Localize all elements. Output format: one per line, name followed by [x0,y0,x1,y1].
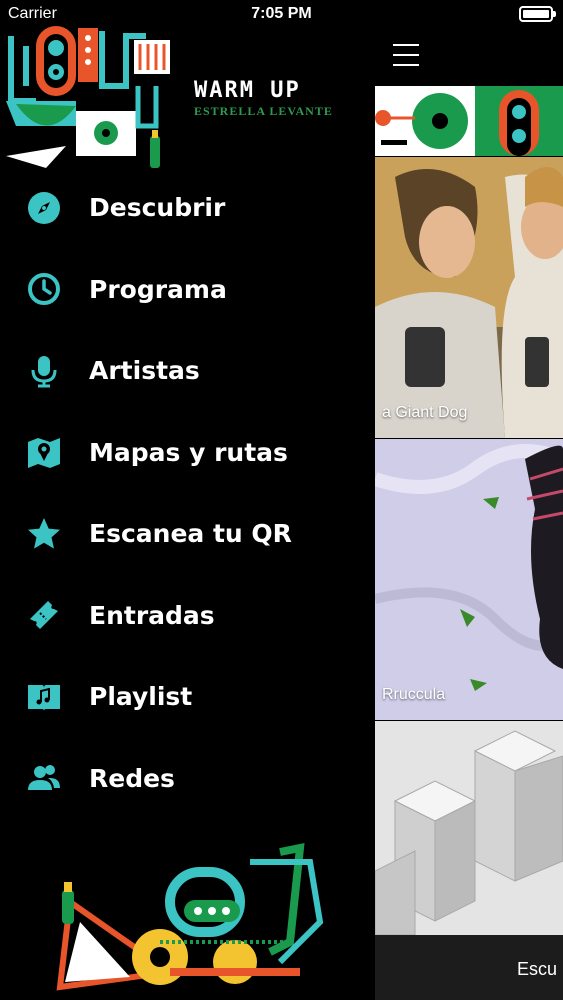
festival-footer-illustration [56,843,324,991]
people-icon [26,760,62,796]
hamburger-menu-icon[interactable] [393,44,419,68]
star-icon [26,516,62,552]
main-content: a Giant Dog Rruccula Escu [375,0,563,1000]
artist-photo [375,439,563,720]
menu-label: Artistas [89,356,200,386]
festival-logo-illustration [6,26,170,168]
brand-wordmark: WARM UP ESTRELLA LEVANTE [194,80,356,119]
wordmark-subtitle: ESTRELLA LEVANTE [194,104,333,118]
artist-card[interactable] [375,721,563,935]
microphone-icon [26,353,62,389]
drawer-menu: Descubrir Programa Artistas Mapas y ruta… [0,167,375,819]
status-bar: Carrier 7:05 PM [0,0,563,28]
navigation-drawer: WARM UP ESTRELLA LEVANTE Descubrir Progr… [0,0,375,1000]
compass-icon [26,190,62,226]
menu-item-escanea-qr[interactable]: Escanea tu QR [0,493,375,575]
artist-name: Rruccula [382,686,446,703]
bottom-action-bar[interactable]: Escu [375,935,563,1000]
menu-item-entradas[interactable]: Entradas [0,575,375,657]
artist-card[interactable]: Rruccula [375,439,563,720]
clock-label: 7:05 PM [251,5,312,22]
music-book-icon [26,679,62,715]
menu-item-programa[interactable]: Programa [0,249,375,331]
menu-label: Programa [89,274,227,304]
menu-label: Entradas [89,600,215,630]
bottom-bar-label: Escu [517,959,558,979]
artist-photo [375,157,563,438]
header-banner-illustration [375,86,563,156]
menu-label: Playlist [89,682,193,712]
wordmark-title: WARM UP [194,78,301,103]
menu-item-redes[interactable]: Redes [0,738,375,820]
menu-item-playlist[interactable]: Playlist [0,656,375,738]
artist-photo [375,721,563,935]
menu-label: Mapas y rutas [89,437,288,467]
artist-card[interactable]: a Giant Dog [375,157,563,438]
menu-item-mapas[interactable]: Mapas y rutas [0,412,375,494]
ticket-icon [26,597,62,633]
battery-icon [519,6,556,22]
menu-label: Descubrir [89,193,226,223]
artist-name: a Giant Dog [382,404,468,421]
menu-item-descubrir[interactable]: Descubrir [0,167,375,249]
clock-icon [26,271,62,307]
menu-label: Redes [89,763,175,793]
menu-item-artistas[interactable]: Artistas [0,330,375,412]
menu-label: Escanea tu QR [89,519,292,549]
map-icon [26,434,62,470]
